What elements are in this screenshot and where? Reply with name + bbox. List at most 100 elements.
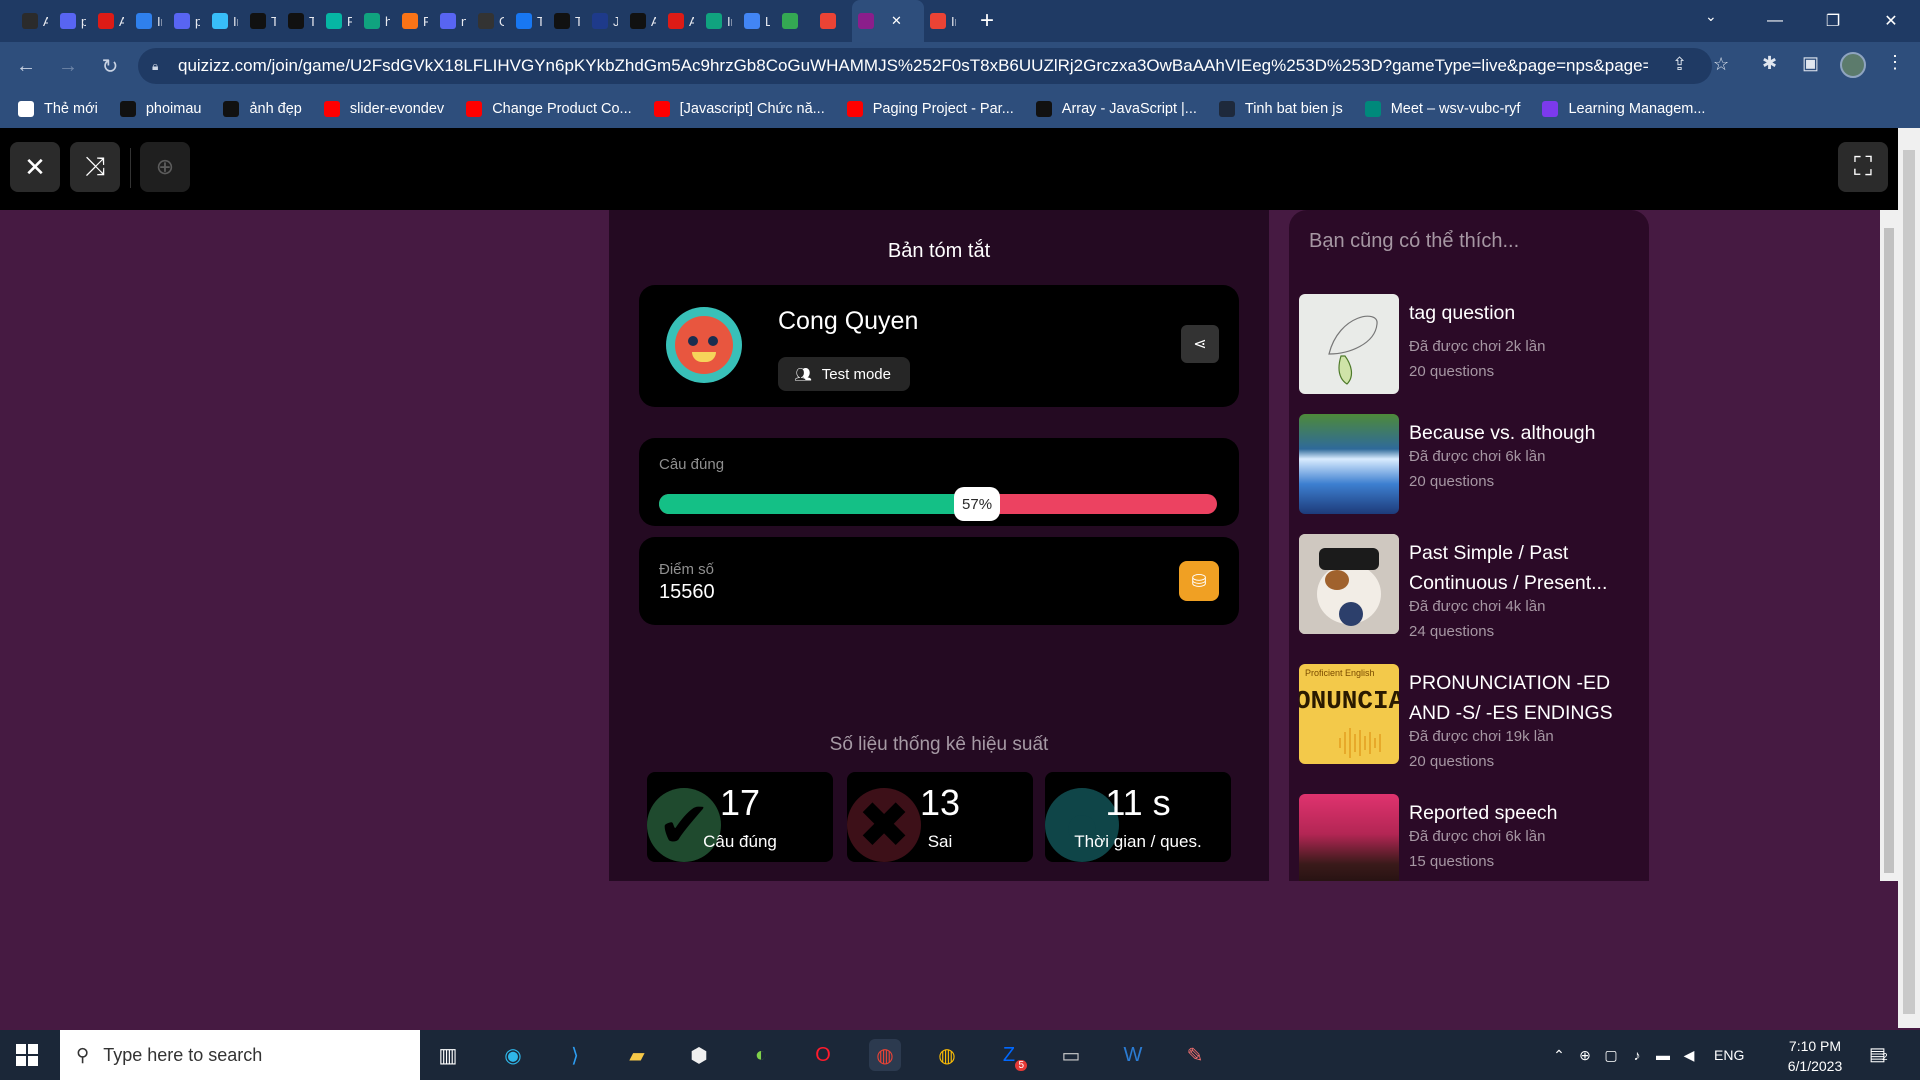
tab-search-icon[interactable]: ⌄ [1705,8,1717,25]
camera-icon[interactable]: ▢ [1598,1047,1624,1064]
tab[interactable]: prc [168,0,206,42]
clock-time: 7:10 PM [1788,1038,1842,1054]
share-page-icon[interactable]: ⇪ [1672,54,1687,75]
tab-close-icon[interactable]: ✕ [891,13,902,29]
recommendations-scrollbar[interactable] [1880,210,1898,881]
volume-icon[interactable]: ◀︎ [1676,1047,1702,1064]
zoom-button[interactable]: ⊕ [140,142,190,192]
app-cube-icon[interactable]: ⬢ [683,1039,715,1071]
tab[interactable]: Tai [510,0,548,42]
bookmark-item[interactable]: slider-evondev [323,101,444,117]
bookmark-item[interactable]: Change Product Co... [466,101,632,117]
paint-icon[interactable]: ✎ [1179,1039,1211,1071]
edge-icon[interactable]: ◉ [497,1039,529,1071]
quizizz-home-button[interactable]: ⤨ [70,142,120,192]
file-explorer-icon[interactable]: ▰ [621,1039,653,1071]
bookmark-item[interactable]: Meet – wsv-vubc-ryf [1364,101,1521,117]
notifications-icon[interactable]: ▤2 [1869,1044,1888,1065]
new-tab-icon[interactable]: + [980,7,1004,35]
tab[interactable]: Ins [130,0,168,42]
tab-favicon-icon [820,13,836,29]
network-icon[interactable]: ⊕ [1572,1047,1598,1064]
tab[interactable]: An [662,0,700,42]
tab[interactable] [814,0,852,42]
tab[interactable]: prc [54,0,92,42]
chrome-profile-icon[interactable]: ◍ [931,1039,963,1071]
chevron-up-icon[interactable]: ⌃ [1546,1047,1572,1064]
reload-icon[interactable]: ↻ [94,54,126,79]
quiz-header: ✕ ⤨ ⊕ ⛶ [0,128,1898,210]
profile-avatar[interactable] [1840,52,1866,78]
bookmark-item[interactable]: phoimau [119,101,201,117]
clock[interactable]: 7:10 PM 6/1/2023 [1776,1036,1854,1076]
bookmark-item[interactable]: Paging Project - Par... [846,101,1014,117]
tab[interactable]: Tai [244,0,282,42]
page-scrollbar[interactable] [1898,128,1920,1028]
tab[interactable]: Tai [282,0,320,42]
bookmark-label: Meet – wsv-vubc-ryf [1390,101,1521,117]
tab[interactable] [776,0,814,42]
url-text[interactable]: quizizz.com/join/game/U2FsdGVkX18LFLIHVG… [178,56,1648,76]
tab[interactable]: Ins [206,0,244,42]
terminal-icon[interactable]: ▭ [1055,1039,1087,1071]
lock-icon[interactable]: 🔒︎ [152,59,166,74]
tab[interactable]: Lic [738,0,776,42]
restore-icon[interactable]: ❐ [1804,11,1862,31]
task-view-icon[interactable]: ▥ [432,1039,464,1071]
language-indicator[interactable]: ENG [1714,1047,1744,1063]
tab[interactable]: As [624,0,662,42]
bookmark-item[interactable]: Tinh bat bien js [1218,101,1343,117]
tab[interactable]: Im [700,0,738,42]
close-window-icon[interactable]: ✕ [1862,11,1920,31]
rec-thumbnail [1299,534,1399,634]
tab-active[interactable]: ✕ [852,0,924,42]
tab[interactable]: JSC [586,0,624,42]
bookmark-item[interactable]: Array - JavaScript |... [1035,101,1197,117]
scrollbar-thumb[interactable] [1884,228,1894,873]
coccoc-icon[interactable]: ◐ [745,1039,777,1071]
bookmark-star-icon[interactable]: ☆ [1713,54,1729,75]
bookmark-item[interactable]: [Javascript] Chức nă... [653,101,825,117]
tab[interactable]: An [92,0,130,42]
browser-menu-icon[interactable]: ⋮ [1886,52,1904,73]
zalo-icon[interactable]: Z5 [993,1039,1027,1071]
tab-favicon-icon [98,13,114,29]
tab[interactable]: Git [472,0,510,42]
bookmark-item[interactable]: ảnh đẹp [223,101,302,117]
tab[interactable]: Tai [548,0,586,42]
chrome-icon[interactable]: ◍ [869,1039,901,1071]
windows-start-icon[interactable] [16,1044,38,1066]
battery-icon[interactable]: ▬ [1650,1047,1676,1063]
extensions-icon[interactable]: ✱ [1762,53,1777,74]
close-button[interactable]: ✕ [10,142,60,192]
side-panel-icon[interactable]: ▣ [1802,53,1819,74]
opera-icon[interactable]: O [807,1039,839,1071]
taskbar-search[interactable]: ⚲ Type here to search [60,1030,420,1080]
forward-icon[interactable]: → [52,55,84,78]
page-scrollbar-thumb[interactable] [1903,150,1915,1014]
rec-plays: Đã được chơi 4k lần [1409,598,1546,615]
tab-label: As [651,13,656,29]
tab-label: Ins [233,13,238,29]
back-icon[interactable]: ← [10,55,42,78]
word-icon[interactable]: W [1117,1039,1149,1071]
tab[interactable]: Int [924,0,962,42]
tab[interactable]: Pe [396,0,434,42]
vscode-icon[interactable]: ⟩ [559,1039,591,1071]
tab[interactable]: Prc [320,0,358,42]
tab-label: An [119,13,124,29]
tab[interactable]: htt [358,0,396,42]
bookmark-item[interactable]: Thẻ mới [18,101,98,117]
address-bar[interactable]: 🔒︎ quizizz.com/join/game/U2FsdGVkX18LFLI… [138,48,1712,84]
minimize-icon[interactable]: — [1746,12,1804,30]
rec-thumbnail [1299,794,1399,881]
bookmark-item[interactable]: Learning Managem... [1542,101,1705,117]
coins-button[interactable]: ⛁ [1179,561,1219,601]
lms-icon [1542,101,1559,117]
tab[interactable]: An [16,0,54,42]
share-button[interactable]: ⋖ [1181,325,1219,363]
fullscreen-button[interactable]: ⛶ [1838,142,1888,192]
tab[interactable]: no [434,0,472,42]
bookmarks-bar: Thẻ mới phoimau ảnh đẹp slider-evondev Chang… [0,90,1920,128]
microphone-icon[interactable]: ♪ [1624,1047,1650,1063]
